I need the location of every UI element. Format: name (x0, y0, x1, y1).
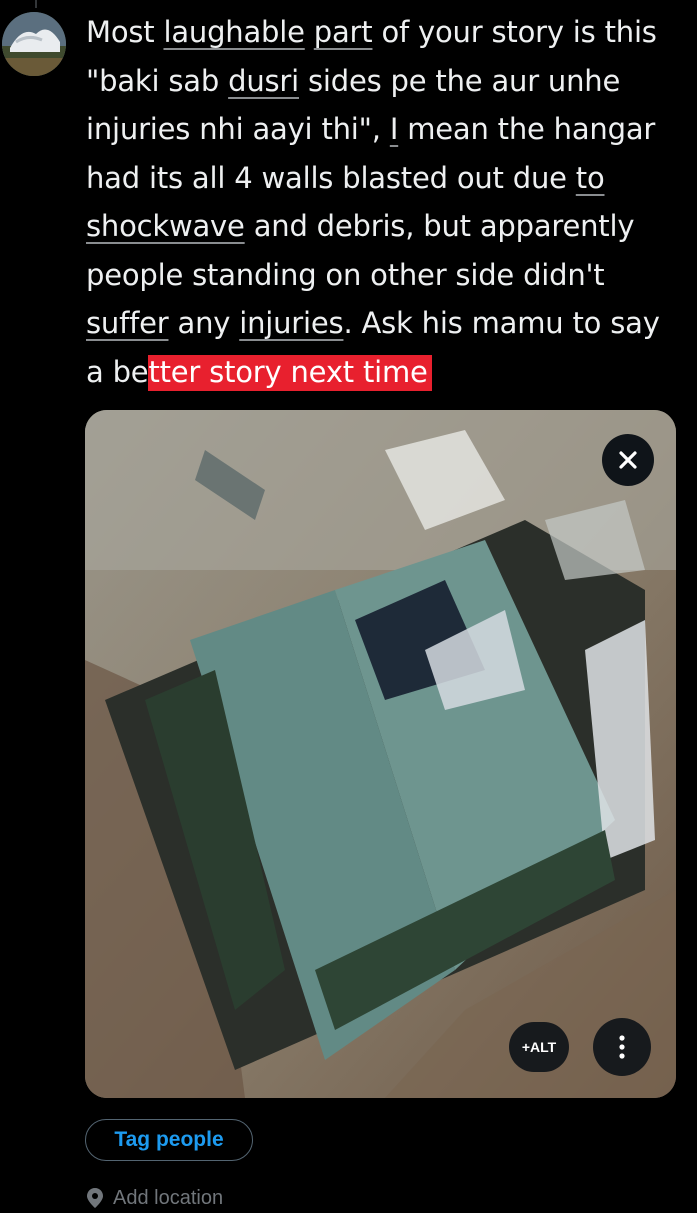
add-location-label: Add location (113, 1186, 224, 1209)
close-icon (619, 451, 637, 469)
tweet-text-segment (305, 15, 314, 49)
tweet-text-segment: any (168, 306, 240, 340)
tweet-media-image[interactable]: +ALT (85, 410, 676, 1098)
avatar-image (2, 12, 66, 76)
satellite-image (85, 410, 676, 1098)
more-vertical-icon (619, 1035, 625, 1059)
underlined-word: laughable (163, 15, 305, 49)
add-alt-text-button[interactable]: +ALT (509, 1022, 569, 1072)
thread-line (35, 0, 37, 8)
more-options-button[interactable] (593, 1018, 651, 1076)
tag-people-button[interactable]: Tag people (85, 1119, 253, 1161)
underlined-word: suffer (86, 306, 169, 340)
underlined-word: dusri (228, 63, 299, 98)
underlined-word: part (313, 15, 373, 49)
underlined-word: injuries (239, 306, 344, 340)
close-button[interactable] (602, 434, 654, 486)
tweet-text: Most laughable part of your story is thi… (86, 8, 686, 396)
tweet-text-segment: Most (86, 15, 164, 49)
underlined-word: shockwave (86, 209, 245, 243)
highlighted-text: tter story next time (148, 354, 432, 391)
underlined-word: I (389, 112, 399, 146)
add-location-button[interactable]: Add location (85, 1183, 223, 1213)
avatar[interactable] (2, 12, 66, 76)
location-pin-icon (87, 1188, 103, 1208)
underlined-word: to (575, 160, 605, 195)
